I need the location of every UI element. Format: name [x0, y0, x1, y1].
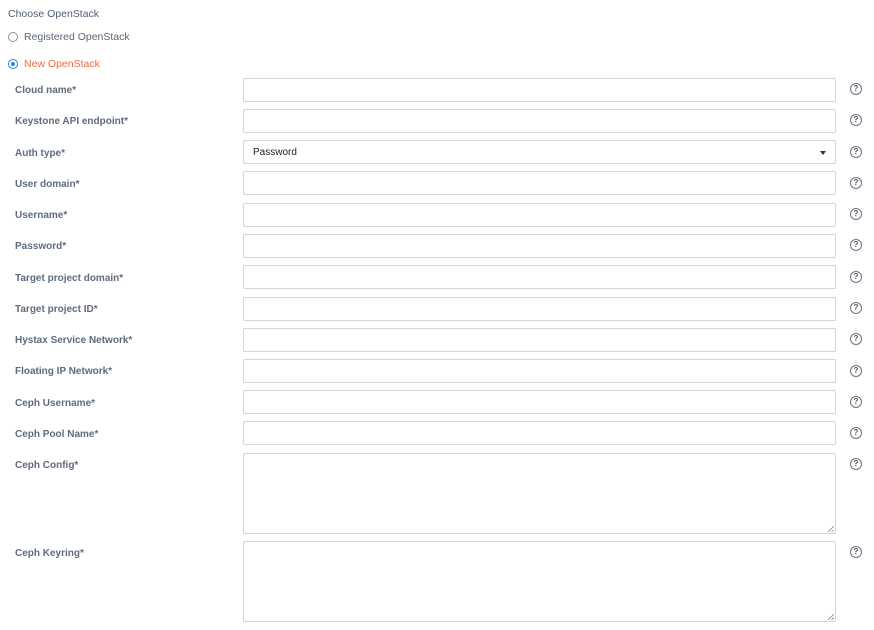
resize-handle-icon[interactable] — [828, 614, 834, 620]
floating-ip-network-label: Floating IP Network* — [15, 366, 113, 377]
username-input[interactable] — [243, 203, 836, 227]
service-network-help-icon[interactable]: ? — [850, 333, 862, 345]
keystone-label: Keystone API endpoint* — [15, 116, 128, 127]
auth-type-select[interactable]: Password — [243, 140, 836, 164]
ceph-pool-name-help-icon[interactable]: ? — [850, 427, 862, 439]
chevron-down-icon — [820, 151, 826, 155]
target-project-domain-input[interactable] — [243, 265, 836, 289]
auth-type-label: Auth type* — [15, 148, 65, 159]
user-domain-input[interactable] — [243, 171, 836, 195]
ceph-username-label: Ceph Username* — [15, 398, 96, 409]
service-network-label: Hystax Service Network* — [15, 335, 133, 346]
floating-ip-network-help-icon[interactable]: ? — [850, 365, 862, 377]
service-network-input[interactable] — [243, 328, 836, 352]
registered-openstack-label: Registered OpenStack — [24, 31, 130, 43]
ceph-keyring-label: Ceph Keyring* — [15, 548, 84, 559]
ceph-username-help-icon[interactable]: ? — [850, 396, 862, 408]
password-label: Password* — [15, 241, 67, 252]
ceph-config-textarea[interactable] — [243, 453, 836, 534]
password-help-icon[interactable]: ? — [850, 239, 862, 251]
cloud-name-help-icon[interactable]: ? — [850, 83, 862, 95]
user-domain-label: User domain* — [15, 179, 80, 190]
keystone-help-icon[interactable]: ? — [850, 114, 862, 126]
target-project-domain-help-icon[interactable]: ? — [850, 271, 862, 283]
keystone-endpoint-input[interactable] — [243, 109, 836, 133]
ceph-config-help-icon[interactable]: ? — [850, 458, 862, 470]
password-input[interactable] — [243, 234, 836, 258]
new-openstack-radio[interactable] — [8, 59, 18, 69]
target-project-id-help-icon[interactable]: ? — [850, 302, 862, 314]
resize-handle-icon[interactable] — [828, 526, 834, 532]
registered-openstack-radio[interactable] — [8, 32, 18, 42]
cloud-name-label: Cloud name* — [15, 85, 77, 96]
target-project-id-label: Target project ID* — [15, 304, 98, 315]
ceph-username-input[interactable] — [243, 390, 836, 414]
username-label: Username* — [15, 210, 68, 221]
cloud-name-input[interactable] — [243, 78, 836, 102]
ceph-pool-name-label: Ceph Pool Name* — [15, 429, 99, 440]
ceph-config-label: Ceph Config* — [15, 460, 79, 471]
ceph-keyring-textarea[interactable] — [243, 541, 836, 622]
new-openstack-label: New OpenStack — [24, 58, 100, 70]
user-domain-help-icon[interactable]: ? — [850, 177, 862, 189]
username-help-icon[interactable]: ? — [850, 208, 862, 220]
floating-ip-network-input[interactable] — [243, 359, 836, 383]
registered-openstack-option[interactable]: Registered OpenStack — [8, 31, 130, 43]
ceph-keyring-help-icon[interactable]: ? — [850, 546, 862, 558]
target-project-id-input[interactable] — [243, 297, 836, 321]
auth-type-help-icon[interactable]: ? — [850, 146, 862, 158]
target-project-domain-label: Target project domain* — [15, 273, 124, 284]
new-openstack-option[interactable]: New OpenStack — [8, 58, 100, 70]
auth-type-value: Password — [253, 146, 297, 158]
ceph-pool-name-input[interactable] — [243, 421, 836, 445]
choose-openstack-heading: Choose OpenStack — [8, 8, 100, 20]
